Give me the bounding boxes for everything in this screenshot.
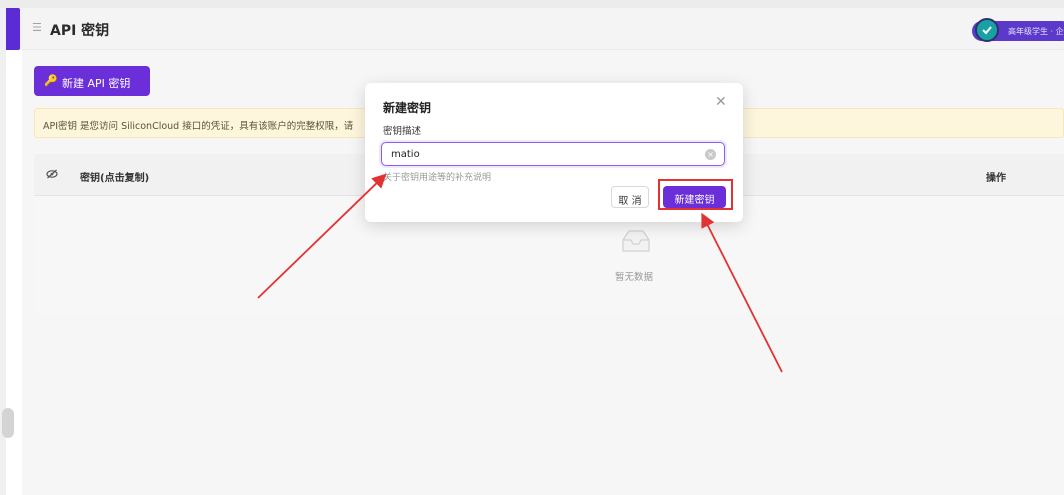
description-help: 关于密钥用途等的补充说明 bbox=[383, 173, 492, 183]
menu-icon[interactable]: ☰ bbox=[32, 22, 42, 33]
new-api-key-label: 新建 API 密钥 bbox=[62, 77, 131, 90]
description-label: 密钥描述 bbox=[383, 126, 422, 137]
highlight-box bbox=[658, 179, 733, 210]
notice-text: API密钥 是您访问 SiliconCloud 接口的凭证，具有该账户的完整权限… bbox=[43, 121, 354, 132]
sidebar-collapse-handle[interactable] bbox=[2, 408, 14, 438]
column-header-key: 密钥(点击复制) bbox=[80, 173, 150, 184]
active-bar bbox=[6, 8, 20, 50]
user-badge-label: 高年级学生 · 企业 bbox=[1008, 27, 1064, 36]
page-header: ☰ API 密钥 高年级学生 · 企业 bbox=[22, 8, 1064, 50]
main-page: ☰ API 密钥 高年级学生 · 企业 🔑 新建 API 密钥 API密钥 是您… bbox=[22, 8, 1064, 495]
create-key-modal: 新建密钥 ✕ 密钥描述 matio × 关于密钥用途等的补充说明 取 消 新建密… bbox=[365, 83, 743, 222]
eye-off-icon[interactable] bbox=[46, 169, 58, 182]
empty-text: 暂无数据 bbox=[615, 272, 654, 283]
cancel-label: 取 消 bbox=[618, 196, 642, 207]
page-title: API 密钥 bbox=[50, 23, 110, 39]
sidebar-active-indicator bbox=[0, 8, 22, 50]
empty-box-icon bbox=[619, 228, 653, 257]
close-icon[interactable]: ✕ bbox=[715, 95, 727, 109]
description-input[interactable]: matio × bbox=[381, 142, 725, 166]
description-value: matio bbox=[391, 149, 420, 160]
key-icon: 🔑 bbox=[44, 74, 58, 87]
modal-title: 新建密钥 bbox=[383, 101, 432, 115]
clear-icon[interactable]: × bbox=[705, 149, 716, 160]
column-header-actions: 操作 bbox=[986, 173, 1006, 184]
check-circle-icon bbox=[975, 18, 999, 42]
user-badge[interactable]: 高年级学生 · 企业 bbox=[972, 18, 1064, 42]
cancel-button[interactable]: 取 消 bbox=[611, 186, 649, 208]
top-strip bbox=[0, 0, 1064, 8]
new-api-key-button[interactable]: 🔑 新建 API 密钥 bbox=[34, 66, 150, 96]
